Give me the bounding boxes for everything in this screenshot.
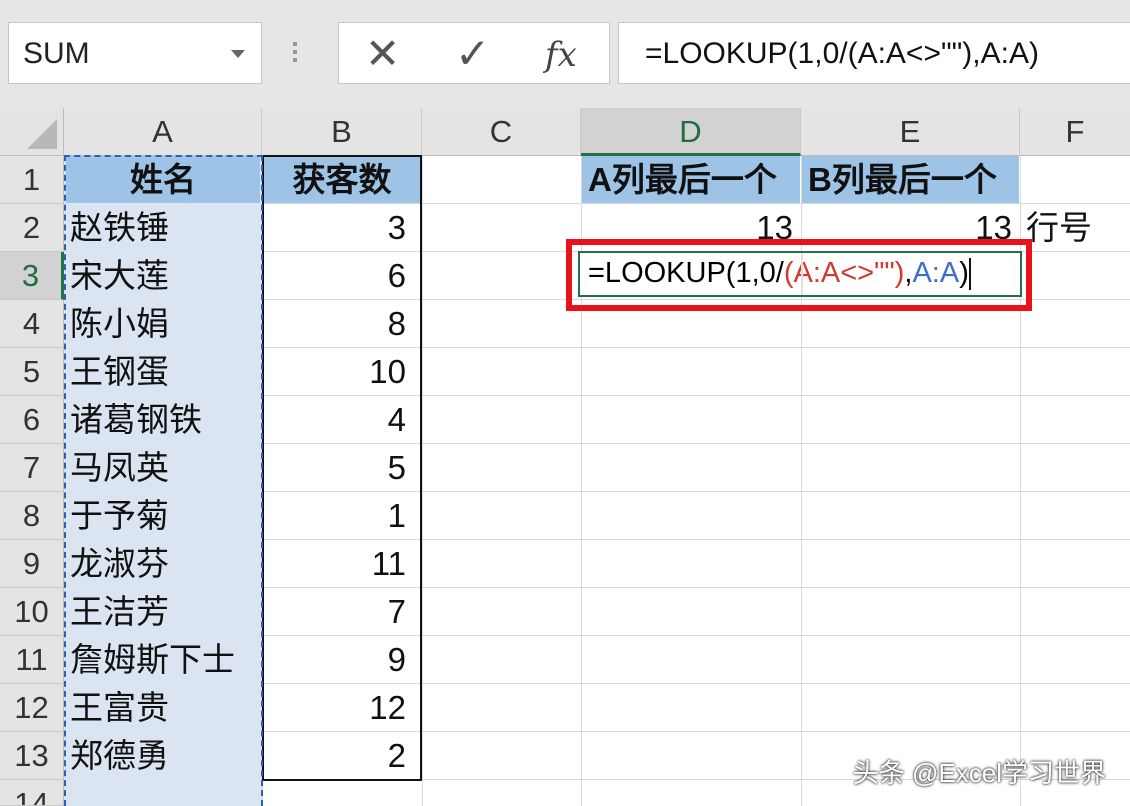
cancel-icon[interactable]: ✕ [365,29,400,78]
name-box-value: SUM [23,37,90,70]
row-header-8[interactable]: 8 [0,492,64,540]
text-caret [968,258,971,291]
watermark: 头条 @Excel学习世界 [852,758,1106,788]
column-header-c[interactable]: C [422,108,581,156]
row-header-5[interactable]: 5 [0,348,64,396]
column-b-border [262,155,422,781]
chevron-down-icon[interactable] [231,50,245,58]
column-header-e[interactable]: E [801,108,1020,156]
cell-f2[interactable]: 行号 [1026,204,1130,251]
name-box[interactable]: SUM [8,22,262,84]
row-header-11[interactable]: 11 [0,636,64,684]
formula-buttons: ✕ ✓ fx [338,22,610,84]
formula-bar-value: =LOOKUP(1,0/(A:A<>""),A:A) [645,37,1039,70]
editing-cell-d3[interactable]: =LOOKUP(1,0/(A:A<>""),A:A) [578,251,1022,297]
row-header-1[interactable]: 1 [0,156,64,204]
drag-handle-icon[interactable] [293,42,299,70]
column-header-f[interactable]: F [1020,108,1130,156]
column-header-a[interactable]: A [64,108,262,156]
worksheet-grid[interactable]: A B C D E F 1 2 3 4 5 6 7 8 9 10 11 12 1… [0,108,1130,806]
cell-d1[interactable]: A列最后一个 [582,156,800,203]
insert-function-icon[interactable]: fx [545,35,577,75]
row-header-4[interactable]: 4 [0,300,64,348]
formula-part: ) [959,257,969,289]
row-header-14[interactable]: 14 [0,780,64,806]
column-header-d[interactable]: D [581,108,801,156]
formula-bar[interactable]: =LOOKUP(1,0/(A:A<>""),A:A) [618,22,1130,84]
check-icon[interactable]: ✓ [455,29,490,78]
row-header-9[interactable]: 9 [0,540,64,588]
column-header-b[interactable]: B [262,108,422,156]
formula-ref-range-2: A:A [912,257,960,289]
row-header-12[interactable]: 12 [0,684,64,732]
row-header-7[interactable]: 7 [0,444,64,492]
row-header-2[interactable]: 2 [0,204,64,252]
formula-part: =LOOKUP(1,0/ [588,257,784,289]
row-header-13[interactable]: 13 [0,732,64,780]
column-a-selection [64,155,263,806]
row-header-6[interactable]: 6 [0,396,64,444]
row-header-3[interactable]: 3 [0,252,64,300]
cell-e1[interactable]: B列最后一个 [802,156,1019,203]
select-all-corner[interactable] [0,108,64,156]
row-header-10[interactable]: 10 [0,588,64,636]
